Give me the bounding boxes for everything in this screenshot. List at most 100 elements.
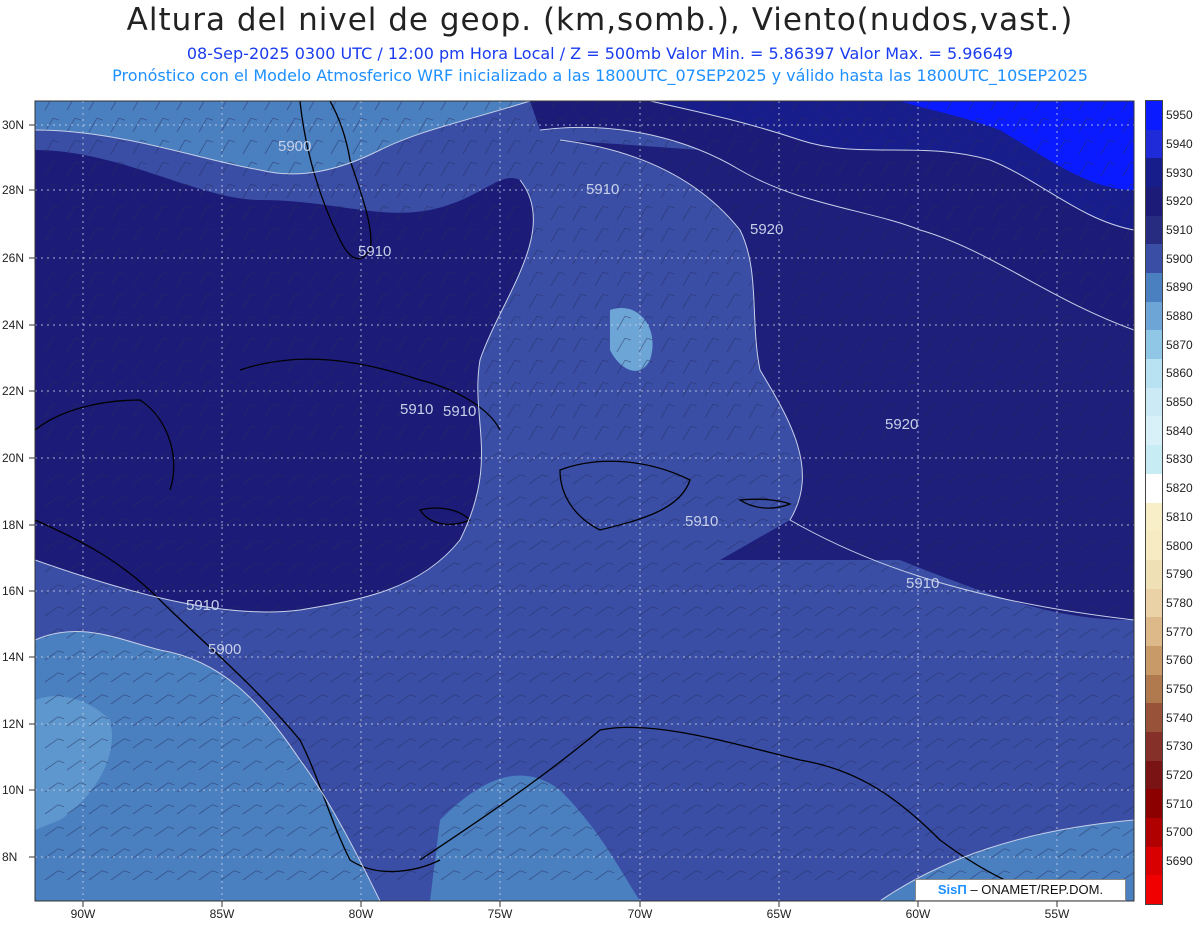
legend-swatch bbox=[1146, 588, 1162, 618]
lon-axis: 90W 85W 80W 75W 70W 65W 60W 55W bbox=[71, 901, 1070, 921]
legend-swatch bbox=[1146, 244, 1162, 274]
legend-swatch bbox=[1146, 617, 1162, 647]
legend-level-label: 5820 bbox=[1166, 481, 1193, 496]
legend-level-label: 5800 bbox=[1166, 538, 1193, 553]
lat-tick-label: 18N bbox=[2, 518, 24, 532]
wind-barb-feather bbox=[1131, 96, 1137, 98]
legend-level-label: 5890 bbox=[1166, 280, 1193, 295]
wind-barb-feather bbox=[889, 96, 895, 98]
legend-level-label: 5840 bbox=[1166, 423, 1193, 438]
wind-barb-feather bbox=[933, 96, 939, 98]
wind-barb-feather bbox=[515, 96, 521, 98]
legend-level-label: 5700 bbox=[1166, 825, 1193, 840]
wind-barb-feather bbox=[1136, 827, 1142, 829]
wind-barb-feather bbox=[977, 96, 983, 98]
wind-barb-feather bbox=[1065, 96, 1071, 98]
legend-level-label: 5730 bbox=[1166, 739, 1193, 754]
contour-label: 5910 bbox=[906, 575, 939, 592]
wind-barb-feather bbox=[119, 96, 125, 98]
color-legend bbox=[1145, 100, 1163, 905]
wind-barb-feather bbox=[1087, 96, 1093, 98]
wind-barb-feather bbox=[75, 96, 81, 98]
wind-barb-feather bbox=[867, 96, 873, 98]
wind-barb-feather bbox=[559, 96, 565, 98]
wind-barb-feather bbox=[1136, 695, 1142, 697]
contour-label: 5900 bbox=[278, 138, 311, 155]
lat-tick-label: 8N bbox=[2, 850, 17, 864]
wind-barb-feather bbox=[669, 96, 675, 98]
legend-swatch bbox=[1146, 387, 1162, 417]
wind-barb-feather bbox=[405, 96, 411, 98]
wind-barb-feather bbox=[999, 96, 1005, 98]
wind-barb-feather bbox=[1136, 849, 1142, 851]
wind-barb-feather bbox=[581, 96, 587, 98]
wind-barb-feather bbox=[273, 96, 279, 98]
wind-barb-feather bbox=[1136, 871, 1142, 873]
legend-level-label: 5770 bbox=[1166, 624, 1193, 639]
wind-barb-feather bbox=[823, 96, 829, 98]
wind-barb-feather bbox=[1136, 761, 1142, 763]
legend-level-label: 5900 bbox=[1166, 251, 1193, 266]
credit-text: – ONAMET/REP.DOM. bbox=[966, 882, 1104, 897]
wind-barb-feather bbox=[1136, 475, 1142, 477]
legend-level-label: 5870 bbox=[1166, 337, 1193, 352]
wind-barb-feather bbox=[757, 96, 763, 98]
legend-swatch bbox=[1146, 760, 1162, 790]
legend-swatch bbox=[1146, 531, 1162, 561]
legend-swatch bbox=[1146, 445, 1162, 475]
lat-tick-label: 24N bbox=[2, 318, 24, 332]
legend-swatch bbox=[1146, 817, 1162, 848]
contour-label: 5900 bbox=[208, 641, 241, 658]
legend-swatch bbox=[1146, 473, 1162, 503]
lon-tick-label: 90W bbox=[71, 907, 96, 921]
legend-level-label: 5760 bbox=[1166, 653, 1193, 668]
wind-barb-feather bbox=[713, 96, 719, 98]
wind-barb-feather bbox=[207, 96, 213, 98]
legend-swatch bbox=[1146, 101, 1162, 131]
wind-barb-feather bbox=[1136, 519, 1142, 521]
wind-barb-feather bbox=[471, 96, 477, 98]
wind-barb-feather bbox=[691, 96, 697, 98]
lon-tick-label: 70W bbox=[628, 907, 653, 921]
legend-swatch bbox=[1146, 301, 1162, 331]
map-panel: 5900 5910 5910 5910 5910 5910 5920 5920 … bbox=[2, 96, 1142, 921]
wind-barb-feather bbox=[427, 96, 433, 98]
wind-barb-feather bbox=[1136, 585, 1142, 587]
legend-level-label: 5860 bbox=[1166, 366, 1193, 381]
wind-barb-feather bbox=[493, 96, 499, 98]
lat-tick-label: 12N bbox=[2, 717, 24, 731]
wind-barb-feather bbox=[1136, 805, 1142, 807]
contour-label: 5910 bbox=[443, 403, 476, 420]
legend-swatch bbox=[1146, 215, 1162, 245]
legend-swatch bbox=[1146, 359, 1162, 389]
legend-swatch bbox=[1146, 846, 1162, 876]
wind-barb-feather bbox=[1136, 497, 1142, 499]
wind-barb-feather bbox=[1043, 96, 1049, 98]
lon-tick-label: 75W bbox=[488, 907, 513, 921]
wind-barb-feather bbox=[1136, 607, 1142, 609]
wind-barb-feather bbox=[361, 96, 367, 98]
legend-swatch bbox=[1146, 703, 1162, 733]
wind-barb-feather bbox=[185, 96, 191, 98]
lat-tick-label: 14N bbox=[2, 650, 24, 664]
wind-barb-feather bbox=[53, 96, 59, 98]
legend-swatch bbox=[1146, 129, 1162, 159]
wind-barb-feather bbox=[1136, 739, 1142, 741]
wind-barb-feather bbox=[97, 96, 103, 98]
wind-barb-feather bbox=[911, 96, 917, 98]
lat-tick-label: 26N bbox=[2, 251, 24, 265]
legend-level-label: 5690 bbox=[1166, 853, 1193, 868]
lon-tick-label: 55W bbox=[1045, 907, 1070, 921]
credit-box: SisΠ – ONAMET/REP.DOM. bbox=[915, 879, 1126, 901]
legend-level-label: 5930 bbox=[1166, 165, 1193, 180]
legend-level-label: 5750 bbox=[1166, 681, 1193, 696]
lat-tick-label: 28N bbox=[2, 183, 24, 197]
contour-label: 5910 bbox=[358, 243, 391, 260]
wind-barb-feather bbox=[1136, 563, 1142, 565]
legend-level-label: 5720 bbox=[1166, 767, 1193, 782]
wind-barb-feather bbox=[1109, 96, 1115, 98]
legend-level-label: 5940 bbox=[1166, 137, 1193, 152]
lat-tick-label: 10N bbox=[2, 783, 24, 797]
wind-barb-feather bbox=[163, 96, 169, 98]
wind-barb-feather bbox=[1136, 541, 1142, 543]
